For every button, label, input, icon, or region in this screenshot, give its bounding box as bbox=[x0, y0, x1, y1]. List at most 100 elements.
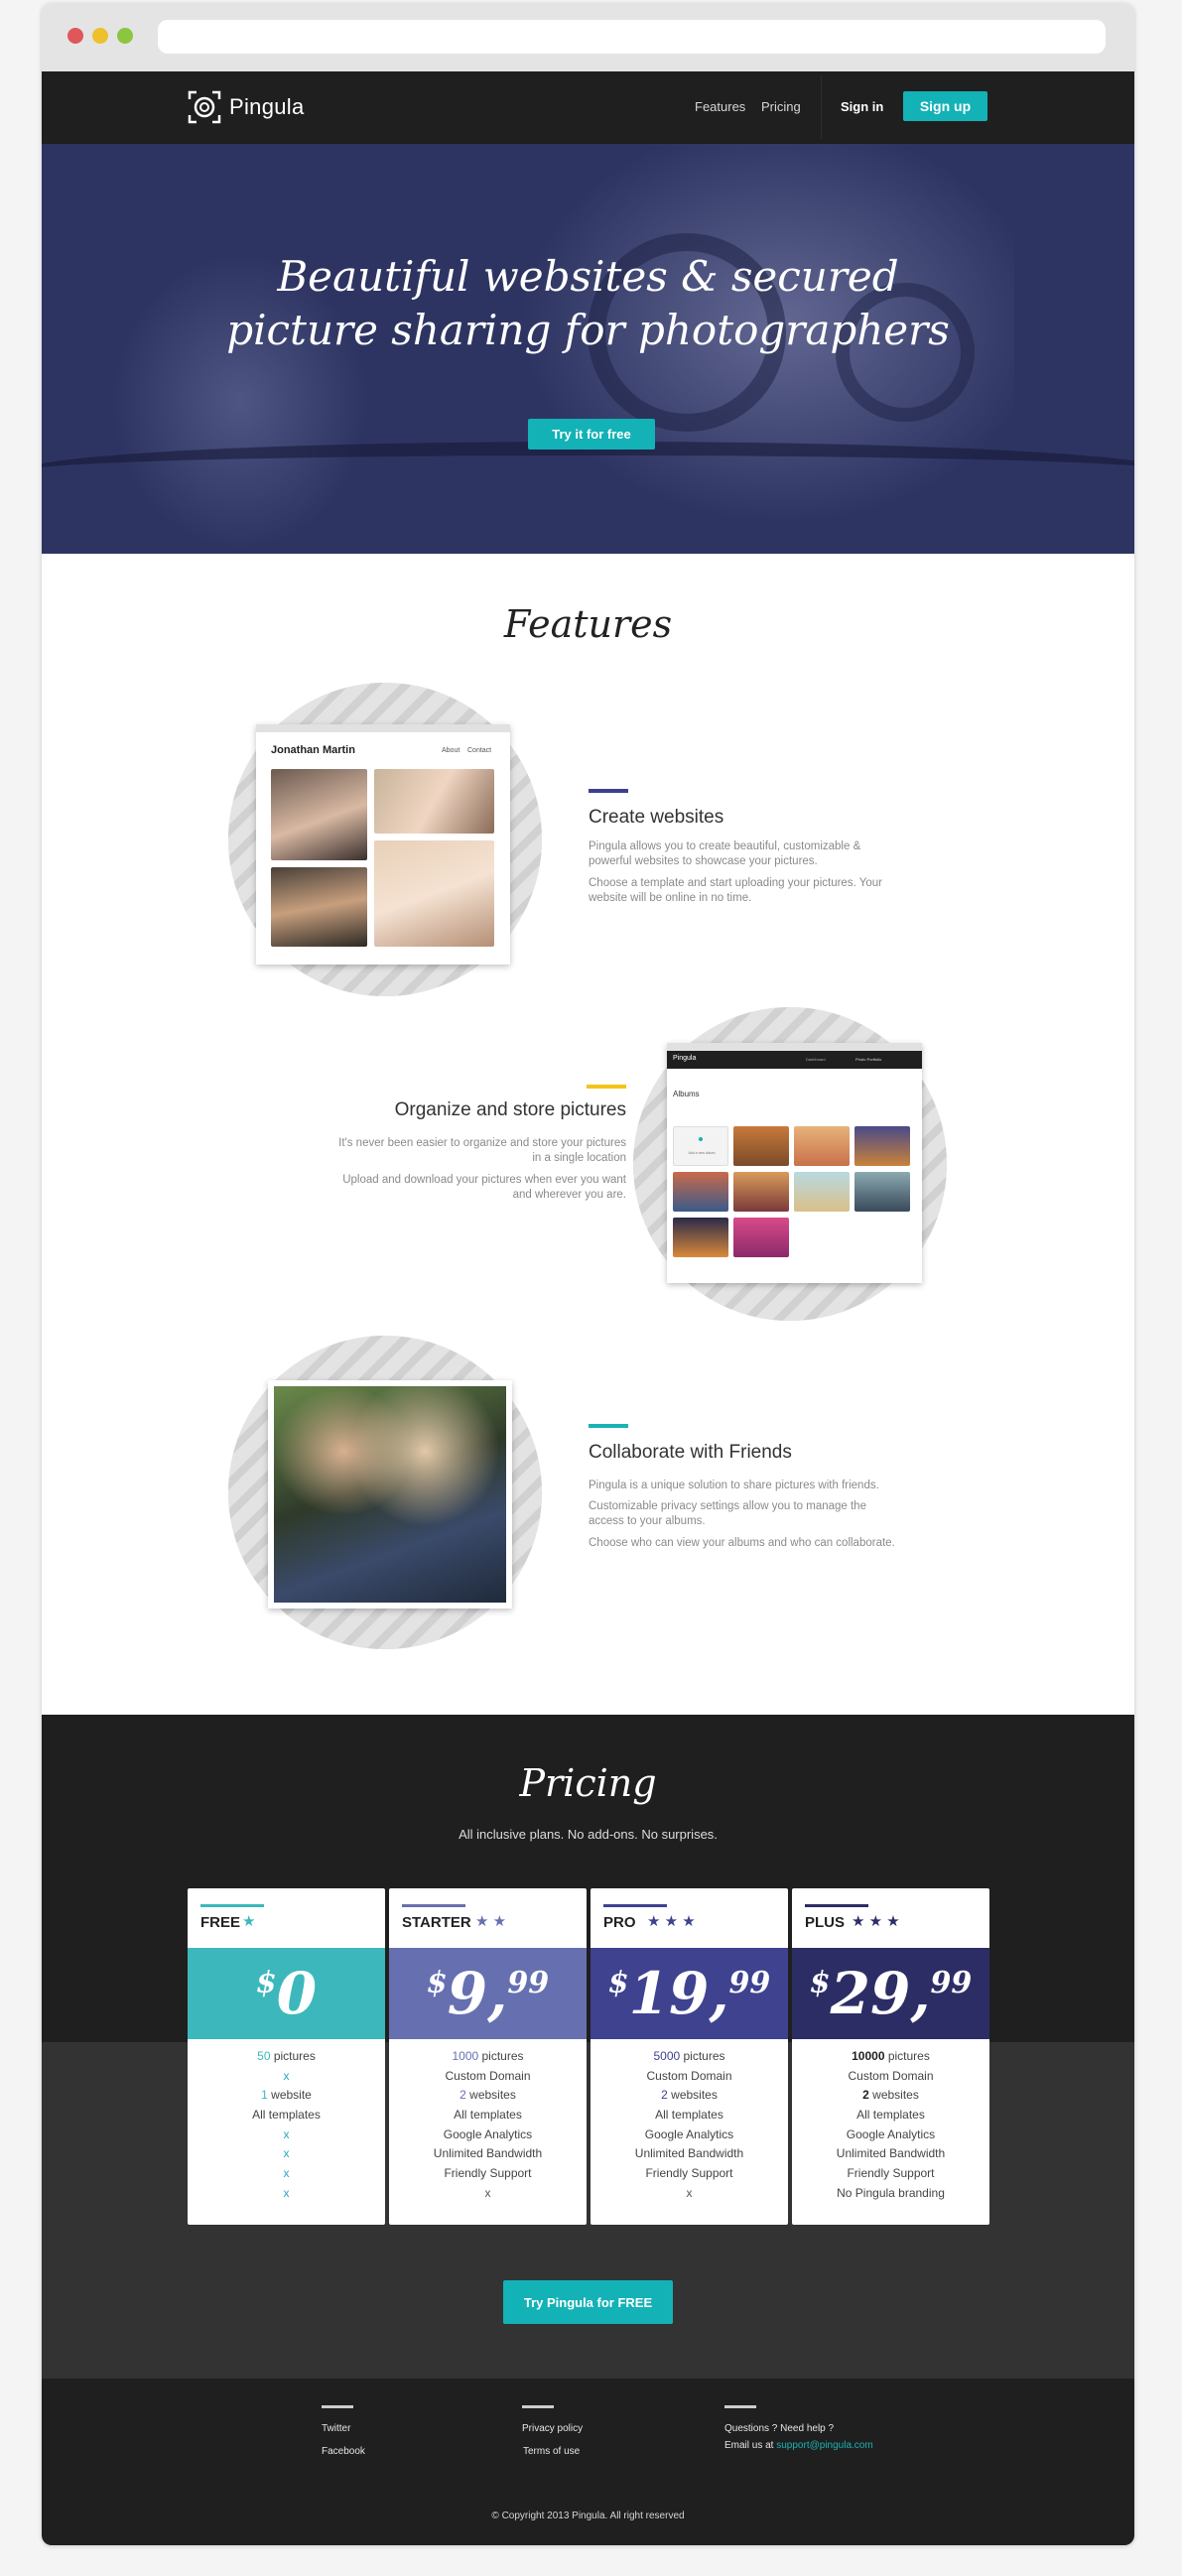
plan-feature: Custom Domain bbox=[445, 2068, 531, 2083]
feature-3-text-1: Pingula is a unique solution to share pi… bbox=[589, 1480, 879, 1491]
plan-name: STARTER bbox=[402, 1914, 471, 1931]
albums-mockup: Pingula Dashboard Photo Portfolio Albums… bbox=[667, 1043, 922, 1283]
plan-feature: Google Analytics bbox=[846, 2126, 936, 2141]
plan-card-pro[interactable]: PRO ★ ★ ★ $ 19, 99 5000 pictures Custom … bbox=[591, 1888, 788, 2225]
price-decimals: 99 bbox=[507, 1966, 550, 2000]
albums-title: Albums bbox=[673, 1090, 700, 1098]
feature-1-title: Create websites bbox=[589, 807, 724, 828]
plan-name: FREE bbox=[200, 1914, 241, 1931]
feature-3-accent-bar bbox=[589, 1424, 628, 1428]
nav-link-pricing[interactable]: Pricing bbox=[761, 99, 801, 114]
nav-divider bbox=[821, 75, 822, 140]
mockup-titlebar bbox=[256, 724, 510, 732]
close-window-button[interactable] bbox=[67, 28, 83, 44]
price-decimals: 99 bbox=[728, 1966, 771, 2000]
plan-header: STARTER ★ ★ bbox=[389, 1888, 587, 1948]
plan-feature: x bbox=[283, 2126, 290, 2141]
footer-terms-link[interactable]: Terms of use bbox=[523, 2446, 580, 2457]
plan-header: PLUS ★ ★ ★ bbox=[792, 1888, 989, 1948]
plan-header: FREE ★ bbox=[188, 1888, 385, 1948]
plan-feature: Custom Domain bbox=[646, 2068, 732, 2083]
album-thumb-4 bbox=[673, 1172, 728, 1212]
maximize-window-button[interactable] bbox=[117, 28, 133, 44]
plan-price: $ 29, 99 bbox=[792, 1948, 989, 2039]
album-thumb-6 bbox=[794, 1172, 850, 1212]
hero-strap-shape bbox=[42, 442, 1134, 501]
star-icon: ★ ★ ★ bbox=[852, 1913, 900, 1930]
portrait-photo-1 bbox=[271, 769, 367, 860]
album-thumb-9 bbox=[733, 1218, 789, 1257]
pricing-section: Pricing All inclusive plans. No add-ons.… bbox=[42, 1715, 1134, 2379]
hero-title-line-1: Beautiful websites & secured bbox=[277, 252, 899, 301]
pricing-title: Pricing bbox=[519, 1761, 657, 1805]
top-navbar: Pingula Features Pricing Sign in Sign up bbox=[42, 71, 1134, 144]
try-pingula-free-button[interactable]: Try Pingula for FREE bbox=[503, 2280, 673, 2324]
plan-card-starter[interactable]: STARTER ★ ★ $ 9, 99 1000 pictures Custom… bbox=[389, 1888, 587, 2225]
plan-card-plus[interactable]: PLUS ★ ★ ★ $ 29, 99 10000 pictures Custo… bbox=[792, 1888, 989, 2225]
plan-feature: 1000 pictures bbox=[452, 2049, 524, 2063]
plan-feature: x bbox=[283, 2166, 290, 2181]
footer-privacy-link[interactable]: Privacy policy bbox=[522, 2423, 583, 2434]
plan-header: PRO ★ ★ ★ bbox=[591, 1888, 788, 1948]
plan-feature: Friendly Support bbox=[444, 2166, 532, 2181]
plan-price: $ 9, 99 bbox=[389, 1948, 587, 2039]
feature-3-text-2: Customizable privacy settings allow you … bbox=[589, 1500, 866, 1527]
plan-accent-bar bbox=[402, 1904, 465, 1907]
try-free-button[interactable]: Try it for free bbox=[528, 419, 655, 450]
footer-twitter-link[interactable]: Twitter bbox=[322, 2423, 350, 2434]
address-bar[interactable] bbox=[158, 20, 1106, 54]
portrait-photo-3 bbox=[271, 867, 367, 947]
plan-feature-list: 5000 pictures Custom Domain 2 websites A… bbox=[591, 2047, 788, 2204]
feature-1-accent-bar bbox=[589, 789, 628, 793]
price-currency: $ bbox=[607, 1966, 629, 2000]
plan-feature: All templates bbox=[856, 2108, 925, 2123]
plan-price: $ 19, 99 bbox=[591, 1948, 788, 2039]
plan-feature: 1 website bbox=[261, 2088, 312, 2103]
star-icon: ★ ★ bbox=[475, 1913, 507, 1930]
plan-feature: x bbox=[283, 2068, 290, 2083]
minimize-window-button[interactable] bbox=[92, 28, 108, 44]
album-thumb-3 bbox=[854, 1126, 910, 1166]
plan-feature-list: 10000 pictures Custom Domain 2 websites … bbox=[792, 2047, 989, 2204]
hero-section: Beautiful websites & secured picture sha… bbox=[42, 144, 1134, 554]
add-album-label: Add a new album bbox=[688, 1151, 716, 1155]
plan-feature-list: 1000 pictures Custom Domain 2 websites A… bbox=[389, 2047, 587, 2204]
nav-link-features[interactable]: Features bbox=[695, 99, 745, 114]
mockup-about-link: About bbox=[442, 747, 460, 754]
footer-col-3-bar bbox=[724, 2405, 756, 2408]
footer-email-link[interactable]: support@pingula.com bbox=[776, 2440, 872, 2451]
signup-button[interactable]: Sign up bbox=[903, 91, 987, 121]
portrait-photo-2 bbox=[374, 769, 494, 834]
portrait-photo-4 bbox=[374, 840, 494, 947]
price-decimals: 99 bbox=[930, 1966, 973, 2000]
add-album-tile: Add a new album bbox=[673, 1126, 728, 1166]
plan-name: PRO bbox=[603, 1914, 636, 1931]
star-icon: ★ bbox=[242, 1913, 256, 1930]
price-currency: $ bbox=[809, 1966, 831, 2000]
plan-feature: 2 websites bbox=[661, 2088, 718, 2103]
website-mockup: Jonathan Martin About Contact bbox=[256, 724, 510, 965]
signin-link[interactable]: Sign in bbox=[841, 99, 883, 114]
logo[interactable]: Pingula bbox=[188, 88, 305, 126]
footer-email-line: Email us at support@pingula.com bbox=[724, 2440, 873, 2451]
albums-mockup-titlebar bbox=[667, 1043, 922, 1051]
plan-feature: Friendly Support bbox=[645, 2166, 733, 2181]
plan-feature: Unlimited Bandwidth bbox=[634, 2146, 744, 2161]
footer: Twitter Facebook Privacy policy Terms of… bbox=[42, 2379, 1134, 2545]
footer-email-prefix: Email us at bbox=[724, 2440, 774, 2451]
footer-facebook-link[interactable]: Facebook bbox=[322, 2446, 365, 2457]
plan-feature: Custom Domain bbox=[848, 2068, 934, 2083]
logo-text: Pingula bbox=[229, 94, 305, 119]
feature-1-text-2: Choose a template and start uploading yo… bbox=[589, 877, 882, 904]
plan-feature: 2 websites bbox=[460, 2088, 516, 2103]
albums-mockup-navbar: Pingula Dashboard Photo Portfolio bbox=[667, 1051, 922, 1069]
browser-window: Pingula Features Pricing Sign in Sign up… bbox=[42, 3, 1134, 2545]
plan-card-free[interactable]: FREE ★ $ 0 50 pictures x 1 website All t… bbox=[188, 1888, 385, 2225]
features-title: Features bbox=[503, 602, 673, 646]
plan-feature: 10000 pictures bbox=[852, 2049, 930, 2063]
plan-feature: Friendly Support bbox=[847, 2166, 935, 2181]
plan-feature: Google Analytics bbox=[443, 2126, 533, 2141]
plan-accent-bar bbox=[603, 1904, 667, 1907]
plan-feature: No Pingula branding bbox=[837, 2185, 945, 2200]
feature-3-title: Collaborate with Friends bbox=[589, 1442, 792, 1463]
